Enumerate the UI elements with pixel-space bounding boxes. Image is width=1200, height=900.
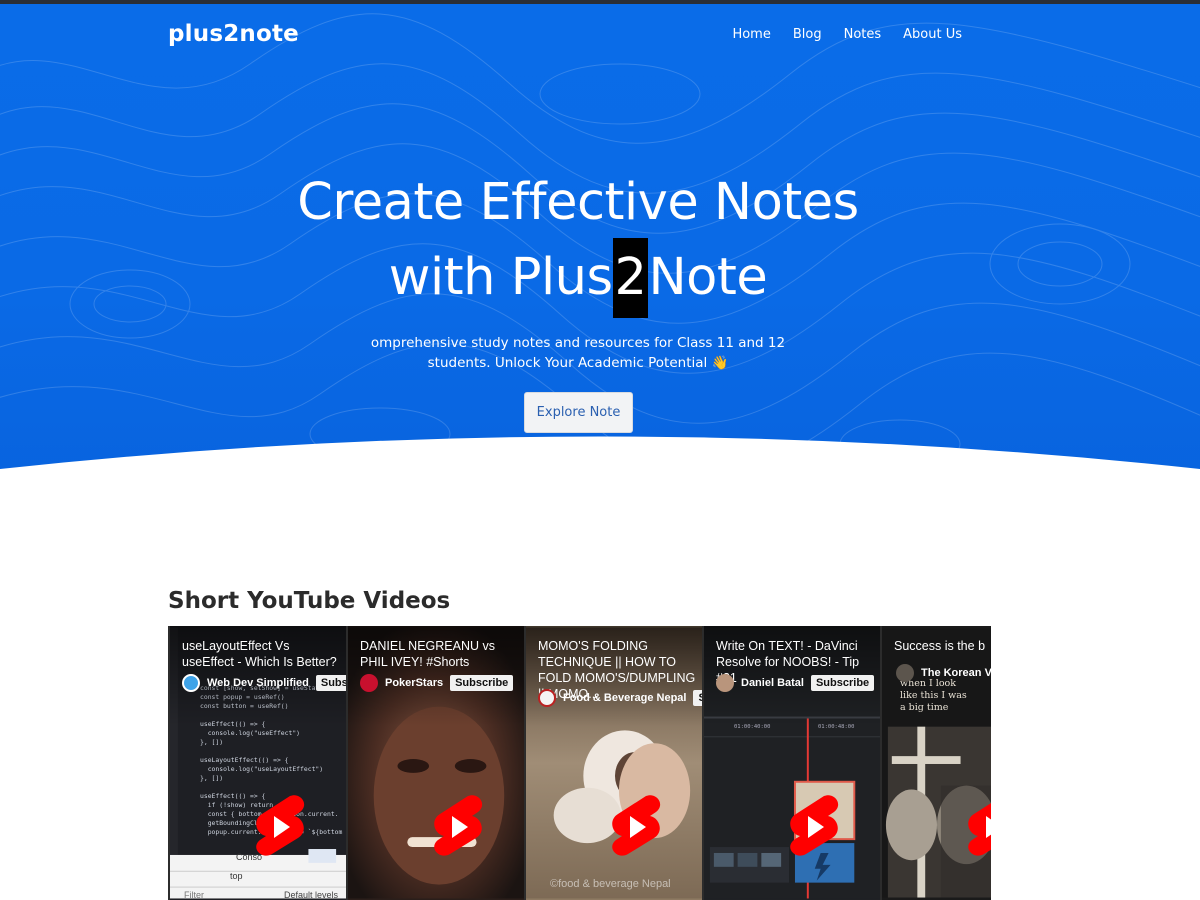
subscribe-button[interactable]: Subscri [315, 675, 346, 691]
brand-logo[interactable]: plus2note [168, 21, 299, 47]
hero-title-highlight: 2 [612, 238, 649, 318]
hero-title-line1: Create Effective Notes [297, 173, 859, 232]
youtube-shorts-play-icon[interactable] [254, 794, 306, 860]
subscribe-button[interactable]: Subscribe [810, 675, 875, 691]
video-card[interactable]: DANIEL NEGREANU vs PHIL IVEY! #Shorts Po… [346, 626, 524, 900]
video-title[interactable]: DANIEL NEGREANU vs PHIL IVEY! #Shorts [360, 638, 518, 670]
channel-avatar [182, 674, 200, 692]
thumbnail-caption: when I look like this I was a big time [900, 678, 967, 714]
channel-name[interactable]: Web Dev Simplified [207, 677, 309, 689]
youtube-shorts-play-icon[interactable] [610, 794, 662, 860]
nav-link-about-us[interactable]: About Us [903, 27, 962, 42]
console-top-label: top [230, 871, 243, 881]
nav-link-home[interactable]: Home [732, 27, 770, 42]
youtube-shorts-play-icon[interactable] [432, 794, 484, 860]
video-title[interactable]: useLayoutEffect Vs useEffect - Which Is … [182, 638, 340, 670]
channel-row: The Korean Veg [896, 664, 991, 682]
youtube-shorts-play-icon[interactable] [788, 794, 840, 860]
thumbnail-watermark: ©food & beverage Nepal [550, 878, 671, 890]
video-card[interactable]: when I look like this I was a big time S… [880, 626, 991, 900]
subscribe-button[interactable]: Subscribe [450, 675, 514, 691]
channel-avatar [896, 664, 914, 682]
video-title[interactable]: Success is the bes [894, 638, 985, 654]
nav-links: Home Blog Notes About Us [732, 27, 962, 42]
caption-line: like this I was [900, 690, 967, 701]
hero-title-line2-before: with Plus [388, 248, 613, 307]
video-card[interactable]: 01:00:40:00 01:00:48:00 Write On TEXT! -… [702, 626, 880, 900]
subscribe-button[interactable]: Subs [693, 690, 702, 706]
video-card[interactable]: const [show, setShow] = useState(false)c… [168, 626, 346, 900]
channel-name[interactable]: Daniel Batal [741, 677, 804, 689]
channel-name[interactable]: Food & Beverage Nepal [563, 692, 686, 704]
hero-section: plus2note Home Blog Notes About Us Creat… [0, 4, 1200, 524]
channel-avatar [538, 689, 556, 707]
videos-section-title: Short YouTube Videos [168, 588, 451, 614]
channel-name[interactable]: PokerStars [385, 677, 443, 689]
code-line: useLayoutEffect(() => { [200, 756, 289, 764]
caption-line: a big time [900, 702, 949, 713]
youtube-shorts-play-icon[interactable] [966, 794, 991, 860]
hero-title: Create Effective Notes with Plus2Note [0, 168, 1156, 318]
hero-subtitle: omprehensive study notes and resources f… [370, 335, 786, 371]
channel-name[interactable]: The Korean Veg [921, 667, 991, 679]
console-default-label: Default levels [284, 890, 339, 900]
channel-row: Daniel Batal Subscribe [716, 674, 875, 692]
channel-row: PokerStars Subscribe [360, 674, 514, 692]
channel-avatar [360, 674, 378, 692]
top-navbar: plus2note Home Blog Notes About Us [0, 4, 1200, 68]
channel-avatar [716, 674, 734, 692]
explore-note-button[interactable]: Explore Note [524, 392, 633, 433]
video-strip: const [show, setShow] = useState(false)c… [168, 626, 991, 900]
hero-title-line2-after: Note [648, 248, 768, 307]
channel-row: Food & Beverage Nepal Subs [538, 689, 702, 707]
code-line: }, []) [200, 738, 224, 746]
code-line: console.log("useLayoutEffect") [200, 765, 324, 773]
nav-link-blog[interactable]: Blog [793, 27, 822, 42]
channel-row: Web Dev Simplified Subscri [182, 674, 346, 692]
nav-link-notes[interactable]: Notes [844, 27, 882, 42]
code-line: }, []) [200, 774, 224, 782]
console-filter-label: Filter [184, 890, 204, 900]
code-line: console.log("useEffect") [200, 729, 301, 737]
video-card[interactable]: ©food & beverage Nepal MOMO'S FOLDING TE… [524, 626, 702, 900]
